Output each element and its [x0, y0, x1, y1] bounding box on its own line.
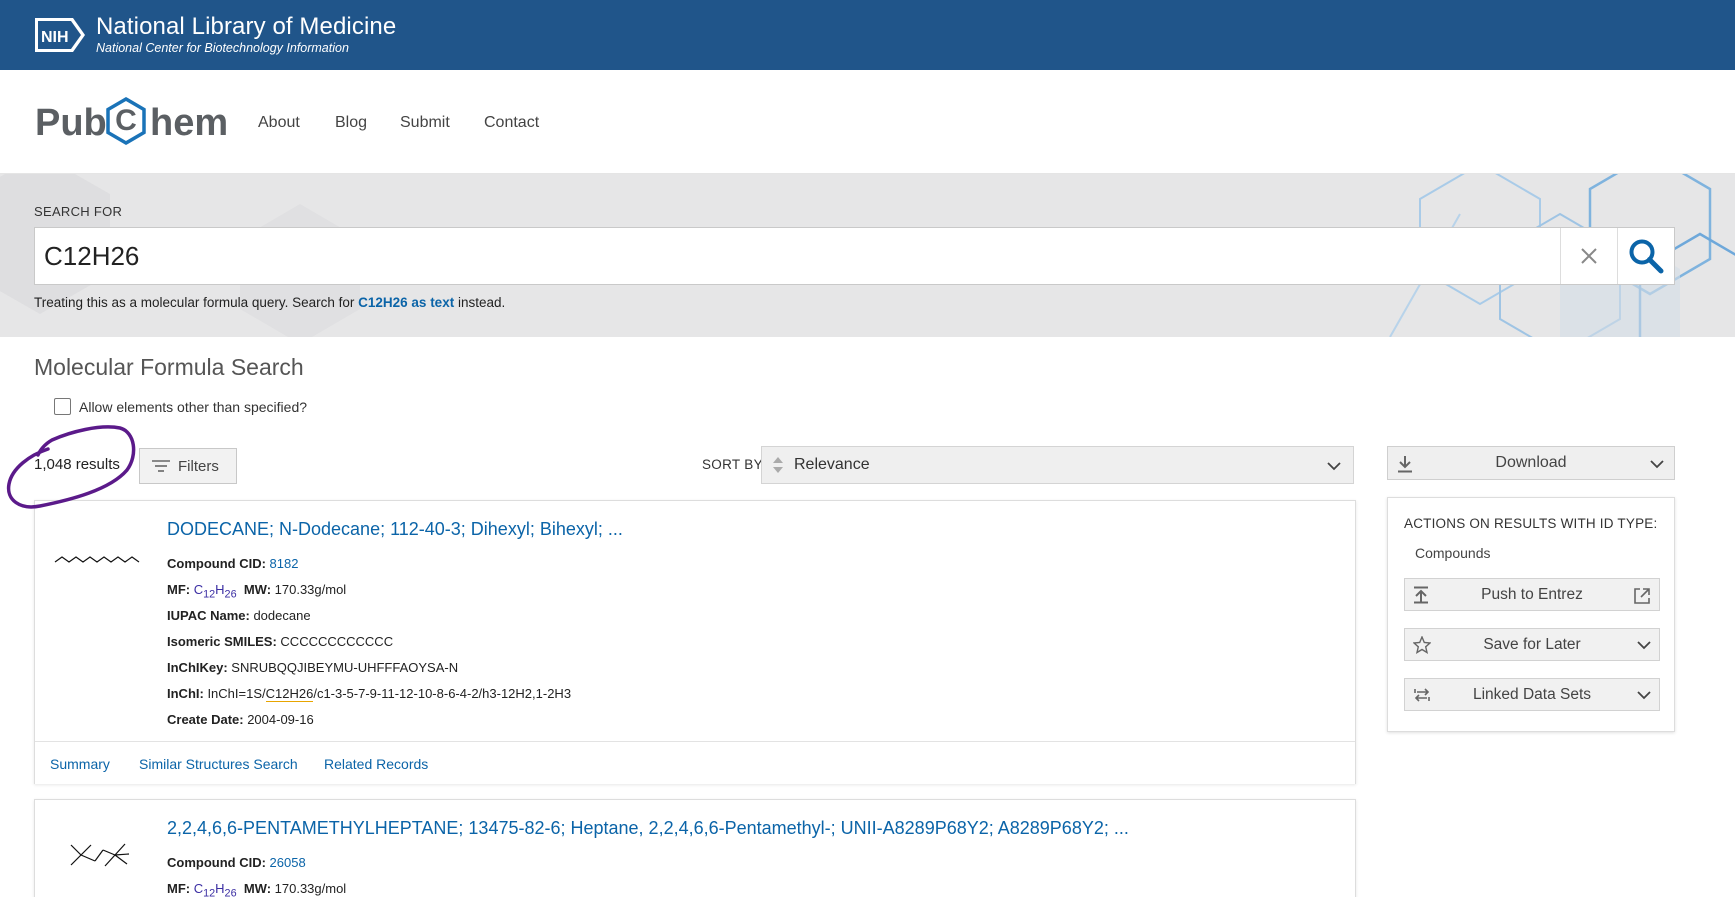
search-button[interactable]	[1617, 228, 1674, 284]
search-box	[34, 227, 1675, 285]
filter-icon	[152, 460, 170, 472]
summary-link[interactable]: Summary	[50, 756, 110, 772]
allow-other-elements[interactable]: Allow elements other than specified?	[54, 398, 307, 415]
mf-mw-field: MF: C12H26 MW: 170.33g/mol	[167, 881, 347, 897]
clear-search-button[interactable]	[1560, 228, 1617, 284]
allow-elements-label[interactable]: Allow elements other than specified?	[79, 399, 307, 415]
chevron-down-icon	[1637, 641, 1651, 650]
search-as-text-link[interactable]: C12H26 as text	[358, 295, 454, 310]
id-type-label: Compounds	[1415, 545, 1491, 561]
similar-structures-link[interactable]: Similar Structures Search	[139, 756, 298, 772]
result-card-footer: Summary Similar Structures Search Relate…	[35, 741, 1355, 784]
chevron-down-icon	[1327, 462, 1341, 471]
inchikey-field: InChIKey: SNRUBQQJIBEYMU-UHFFFAOYSA-N	[167, 660, 459, 675]
inchi-field: InChI: InChI=1S/C12H26/c1-3-5-7-9-11-12-…	[167, 686, 572, 702]
result-card: DODECANE; N-Dodecane; 112-40-3; Dihexyl;…	[34, 500, 1356, 784]
results-count: 1,048 results	[34, 456, 120, 473]
filters-button[interactable]: Filters	[139, 448, 237, 484]
nlm-title[interactable]: National Library of Medicine	[96, 13, 396, 41]
molecular-formula[interactable]: C12H26	[194, 582, 237, 601]
svg-text:NIH: NIH	[41, 29, 69, 46]
inchi-formula-highlight: C12H26	[265, 686, 314, 702]
close-icon	[1581, 248, 1597, 264]
nav-contact[interactable]: Contact	[484, 114, 539, 132]
molecular-formula[interactable]: C12H26	[194, 881, 237, 897]
nav-about[interactable]: About	[258, 114, 300, 132]
hexagon-icon: C	[106, 96, 146, 146]
pentamethylheptane-structure-image[interactable]	[53, 842, 143, 868]
upload-icon	[1414, 586, 1428, 604]
related-records-link[interactable]: Related Records	[324, 756, 428, 772]
create-date-field: Create Date: 2004-09-16	[167, 712, 314, 727]
iupac-field: IUPAC Name: dodecane	[167, 608, 311, 623]
linked-data-sets-button[interactable]: Linked Data Sets	[1404, 678, 1660, 711]
download-button[interactable]: Download	[1387, 446, 1675, 480]
query-hint: Treating this as a molecular formula que…	[34, 295, 506, 310]
result-title-link[interactable]: DODECANE; N-Dodecane; 112-40-3; Dihexyl;…	[167, 519, 623, 540]
svg-text:C: C	[115, 104, 137, 137]
sort-arrows-icon	[773, 457, 783, 473]
nav-submit[interactable]: Submit	[400, 114, 450, 132]
search-section: SEARCH FOR Treating this as a molecular …	[0, 174, 1735, 337]
mf-mw-field: MF: C12H26 MW: 170.33g/mol	[167, 582, 347, 601]
search-for-label: SEARCH FOR	[34, 204, 123, 219]
result-card: 2,2,4,6,6-PENTAMETHYLHEPTANE; 13475-82-6…	[34, 799, 1356, 897]
actions-panel: ACTIONS ON RESULTS WITH ID TYPE: Compoun…	[1387, 497, 1675, 732]
chevron-down-icon	[1650, 460, 1664, 469]
page-title: Molecular Formula Search	[34, 354, 304, 380]
nih-logo-icon[interactable]: NIH	[35, 18, 87, 52]
swap-arrows-icon	[1414, 688, 1430, 702]
compound-cid-field: Compound CID: 8182	[167, 556, 299, 571]
smiles-field: Isomeric SMILES: CCCCCCCCCCCC	[167, 634, 394, 649]
save-for-later-button[interactable]: Save for Later	[1404, 628, 1660, 661]
search-icon	[1629, 239, 1664, 274]
sort-select[interactable]: Relevance	[761, 446, 1354, 484]
pubchem-header: Pub C hem About Blog Submit Contact	[0, 70, 1735, 174]
download-icon	[1398, 456, 1412, 473]
actions-title: ACTIONS ON RESULTS WITH ID TYPE:	[1404, 516, 1658, 531]
external-link-icon	[1634, 588, 1650, 604]
compound-cid-link[interactable]: 26058	[270, 855, 306, 870]
search-input[interactable]	[35, 228, 1560, 284]
sort-by-label: SORT BY	[702, 457, 763, 472]
nav-blog[interactable]: Blog	[335, 114, 367, 132]
result-title-link[interactable]: 2,2,4,6,6-PENTAMETHYLHEPTANE; 13475-82-6…	[167, 818, 1129, 839]
star-icon	[1413, 636, 1431, 654]
chevron-down-icon	[1637, 691, 1651, 700]
compound-cid-field: Compound CID: 26058	[167, 855, 306, 870]
ncbi-subtitle[interactable]: National Center for Biotechnology Inform…	[96, 41, 349, 55]
nih-banner: NIH National Library of Medicine Nationa…	[0, 0, 1735, 70]
dodecane-structure-image[interactable]	[53, 553, 143, 567]
allow-elements-checkbox[interactable]	[54, 398, 71, 415]
compound-cid-link[interactable]: 8182	[270, 556, 299, 571]
push-to-entrez-button[interactable]: Push to Entrez	[1404, 578, 1660, 611]
